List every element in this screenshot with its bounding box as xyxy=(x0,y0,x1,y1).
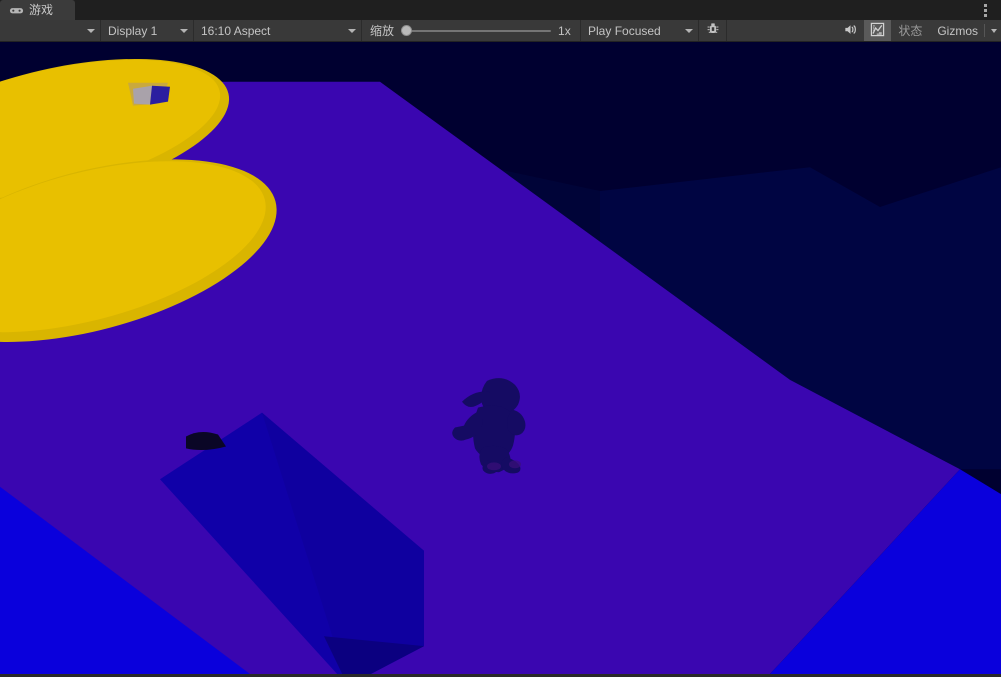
game-view-toolbar: Display 1 16:10 Aspect 缩放 1x Play Focuse… xyxy=(0,20,1001,42)
tab-game-label: 游戏 xyxy=(29,0,53,20)
zoom-label: 缩放 xyxy=(370,22,394,39)
chevron-down-icon xyxy=(180,29,188,33)
status-button[interactable]: 状态 xyxy=(891,20,929,41)
small-prop-top xyxy=(128,83,170,106)
play-mode-select[interactable]: Play Focused xyxy=(581,20,698,41)
tab-bar-spacer xyxy=(75,0,974,20)
speaker-icon xyxy=(843,22,858,40)
chevron-down-icon xyxy=(685,29,693,33)
mute-audio-button[interactable] xyxy=(837,20,864,41)
gizmos-divider xyxy=(984,24,985,37)
status-button-label: 状态 xyxy=(898,22,922,39)
gizmos-button-label: Gizmos xyxy=(937,24,978,38)
zoom-slider-thumb[interactable] xyxy=(401,25,412,36)
zoom-slider[interactable] xyxy=(401,20,551,41)
unity-game-window: 游戏 Display 1 16:10 Aspect 缩放 xyxy=(0,0,1001,677)
stats-button[interactable] xyxy=(864,20,891,41)
gizmos-button[interactable]: Gizmos xyxy=(929,20,1001,41)
chevron-down-icon xyxy=(991,29,997,33)
game-view-viewport[interactable] xyxy=(0,42,1001,677)
display-select-value: Display 1 xyxy=(108,24,157,38)
debug-bug-button[interactable] xyxy=(699,20,726,41)
aspect-ratio-value: 16:10 Aspect xyxy=(201,24,270,38)
zoom-slider-track xyxy=(401,30,551,32)
play-mode-value: Play Focused xyxy=(588,24,661,38)
tab-bar: 游戏 xyxy=(0,0,1001,20)
camera-select[interactable] xyxy=(0,20,100,41)
zoom-value: 1x xyxy=(558,24,572,38)
display-select[interactable]: Display 1 xyxy=(101,20,193,41)
bug-icon xyxy=(706,22,720,39)
rendered-scene xyxy=(0,42,1001,674)
more-options-icon[interactable] xyxy=(974,0,996,20)
toolbar-spacer xyxy=(727,20,837,41)
chevron-down-icon xyxy=(87,29,95,33)
gamepad-icon xyxy=(9,3,24,18)
tab-game[interactable]: 游戏 xyxy=(0,0,75,20)
zoom-control: 缩放 1x xyxy=(362,20,580,41)
stats-graph-icon xyxy=(870,22,885,40)
aspect-ratio-select[interactable]: 16:10 Aspect xyxy=(194,20,361,41)
chevron-down-icon xyxy=(348,29,356,33)
